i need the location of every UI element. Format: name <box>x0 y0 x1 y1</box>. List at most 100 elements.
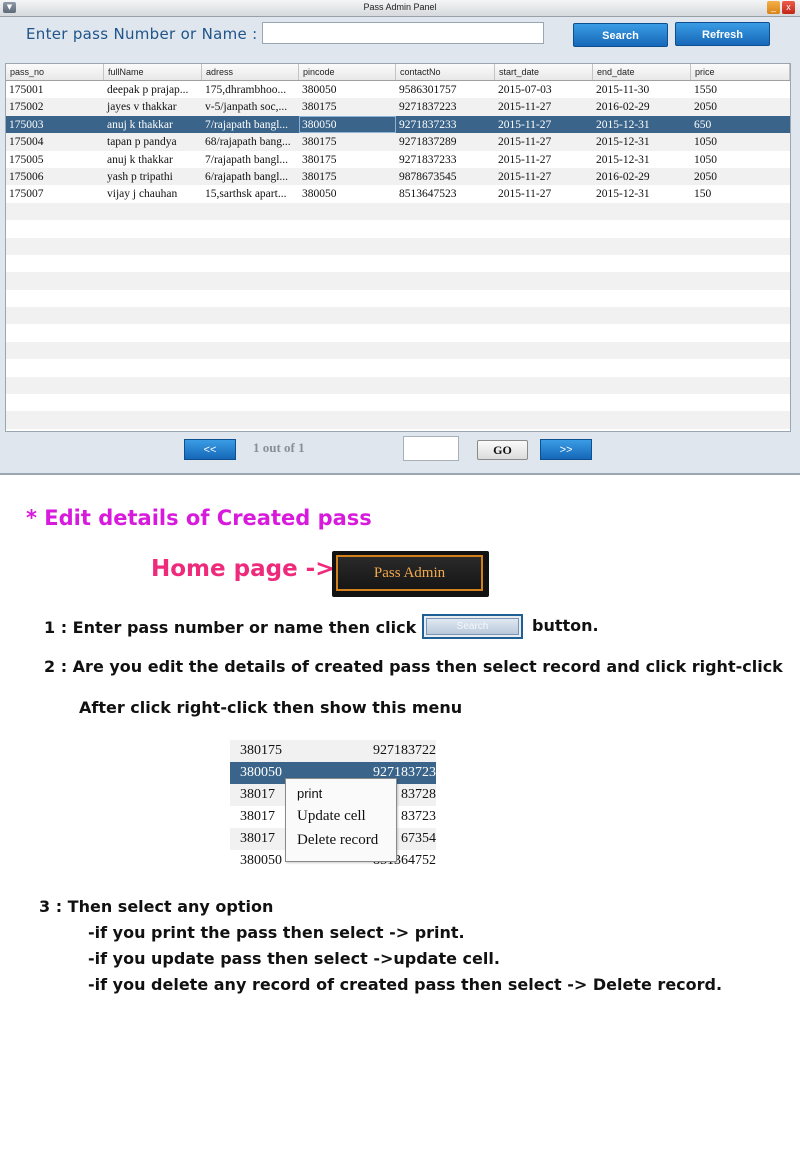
cell-adress[interactable]: 15,sarthsk apart... <box>202 185 299 202</box>
cell-price[interactable]: 650 <box>691 116 790 133</box>
step2-sub: After click right-click then show this m… <box>79 698 463 717</box>
column-header-price[interactable]: price <box>691 64 790 80</box>
column-header-start_date[interactable]: start_date <box>495 64 593 80</box>
cell-fullname[interactable]: anuj k thakkar <box>104 151 202 168</box>
menu-item-update-cell[interactable]: Update cell <box>297 808 366 825</box>
pass-admin-button[interactable]: Pass Admin <box>332 551 489 597</box>
refresh-button[interactable]: Refresh <box>675 22 770 46</box>
table-row-empty[interactable] <box>6 341 790 360</box>
cell-adress[interactable]: v-5/janpath soc,... <box>202 98 299 115</box>
cell-pincode[interactable]: 380050 <box>299 115 396 134</box>
cell-pincode[interactable]: 380175 <box>299 168 396 185</box>
cell-contactno[interactable]: 9271837233 <box>396 116 495 133</box>
cell-price[interactable]: 2050 <box>691 168 790 185</box>
cell-end_date[interactable]: 2015-12-31 <box>593 116 691 133</box>
cell-end_date[interactable]: 2015-11-30 <box>593 81 691 98</box>
column-header-pincode[interactable]: pincode <box>299 64 396 80</box>
cell-pass_no[interactable]: 175005 <box>6 151 104 168</box>
cell-contactno[interactable]: 9271837233 <box>396 151 495 168</box>
prev-page-button[interactable]: << <box>184 439 236 460</box>
cell-end_date[interactable]: 2016-02-29 <box>593 98 691 115</box>
cell-adress[interactable]: 7/rajapath bangl... <box>202 151 299 168</box>
table-row[interactable]: 175005 anuj k thakkar 7/rajapath bangl... 3… <box>6 150 790 168</box>
cell-pincode[interactable]: 380175 <box>299 133 396 150</box>
table-row-empty[interactable] <box>6 307 790 325</box>
table-row-empty[interactable] <box>6 411 790 429</box>
cell-fullname[interactable]: deepak p prajap... <box>104 81 202 98</box>
column-header-fullname[interactable]: fullName <box>104 64 202 80</box>
cell-start_date[interactable]: 2015-11-27 <box>495 168 593 185</box>
cell-start_date[interactable]: 2015-07-03 <box>495 81 593 98</box>
table-row-empty[interactable] <box>6 324 790 342</box>
table-row-empty[interactable] <box>6 202 790 221</box>
minimize-button[interactable]: _ <box>767 1 780 14</box>
column-header-pass_no[interactable]: pass_no <box>6 64 104 80</box>
cell-end_date[interactable]: 2015-12-31 <box>593 133 691 150</box>
search-button[interactable]: Search <box>573 23 668 47</box>
menu-item-print[interactable]: print <box>297 786 322 801</box>
menu-item-delete-record[interactable]: Delete record <box>297 832 378 849</box>
cell-pass_no[interactable]: 175001 <box>6 81 104 98</box>
table-row[interactable]: 175004 tapan p pandya 68/rajapath bang... 3… <box>6 133 790 151</box>
cell-adress[interactable]: 68/rajapath bang... <box>202 133 299 150</box>
table-row[interactable]: 175006 yash p tripathi 6/rajapath bangl...… <box>6 167 790 186</box>
cell-fullname[interactable]: tapan p pandya <box>104 133 202 150</box>
cell-contactno[interactable]: 9586301757 <box>396 81 495 98</box>
table-row[interactable]: 175002 jayes v thakkar v-5/janpath soc,...… <box>6 98 790 116</box>
table-row-empty[interactable] <box>6 359 790 377</box>
table-row-empty[interactable] <box>6 376 790 395</box>
cell-start_date[interactable]: 2015-11-27 <box>495 98 593 115</box>
cell-contactno[interactable]: 8513647523 <box>396 185 495 202</box>
cell-fullname[interactable]: yash p tripathi <box>104 168 202 185</box>
cell-adress[interactable]: 175,dhrambhoo... <box>202 81 299 98</box>
cell-pincode[interactable]: 380050 <box>299 81 396 98</box>
column-header-end_date[interactable]: end_date <box>593 64 691 80</box>
cell-contactno[interactable]: 9878673545 <box>396 168 495 185</box>
cell-pass_no[interactable]: 175007 <box>6 185 104 202</box>
column-header-adress[interactable]: adress <box>202 64 299 80</box>
cell-contactno[interactable]: 9271837223 <box>396 98 495 115</box>
cell-end_date[interactable]: 2016-02-29 <box>593 168 691 185</box>
cell-fullname[interactable]: jayes v thakkar <box>104 98 202 115</box>
table-row-empty[interactable] <box>6 289 790 308</box>
column-header-contactno[interactable]: contactNo <box>396 64 495 80</box>
pass-table[interactable]: pass_no fullName adress pincode contactNo sta… <box>5 63 791 432</box>
table-row-empty[interactable] <box>6 394 790 412</box>
table-row-empty[interactable] <box>6 237 790 255</box>
table-row[interactable]: 175003 anuj k thakkar 7/rajapath bangl... 3… <box>6 115 790 134</box>
cell-fullname[interactable]: vijay j chauhan <box>104 185 202 202</box>
table-row[interactable]: 175001 deepak p prajap... 175,dhrambhoo...… <box>6 81 790 99</box>
cell-price[interactable]: 1550 <box>691 81 790 98</box>
cell-start_date[interactable]: 2015-11-27 <box>495 151 593 168</box>
next-page-button[interactable]: >> <box>540 439 592 460</box>
cell-adress[interactable]: 7/rajapath bangl... <box>202 116 299 133</box>
cell-price[interactable]: 1050 <box>691 133 790 150</box>
cell-start_date[interactable]: 2015-11-27 <box>495 185 593 202</box>
cell-end_date[interactable]: 2015-12-31 <box>593 151 691 168</box>
cell-pincode[interactable]: 380175 <box>299 151 396 168</box>
cell-pincode[interactable]: 380175 <box>299 98 396 115</box>
cell-fullname[interactable]: anuj k thakkar <box>104 116 202 133</box>
cell-start_date[interactable]: 2015-11-27 <box>495 116 593 133</box>
cell-price[interactable]: 150 <box>691 185 790 202</box>
cell-price[interactable]: 2050 <box>691 98 790 115</box>
cell-price[interactable]: 1050 <box>691 151 790 168</box>
table-row-empty[interactable] <box>6 272 790 290</box>
cell-end_date[interactable]: 2015-12-31 <box>593 185 691 202</box>
cell-pass_no[interactable]: 175002 <box>6 98 104 115</box>
cell-pass_no[interactable]: 175003 <box>6 116 104 133</box>
cell-pass_no[interactable]: 175004 <box>6 133 104 150</box>
cell-start_date[interactable]: 2015-11-27 <box>495 133 593 150</box>
table-row-empty[interactable] <box>6 254 790 273</box>
close-button[interactable]: x <box>782 1 795 14</box>
cell-pincode[interactable]: 380050 <box>299 185 396 202</box>
cell-adress[interactable]: 6/rajapath bangl... <box>202 168 299 185</box>
cell-pass_no[interactable]: 175006 <box>6 168 104 185</box>
go-button[interactable]: GO <box>477 440 528 460</box>
page-number-input[interactable] <box>403 436 459 461</box>
cell-contactno[interactable]: 9271837289 <box>396 133 495 150</box>
table-row[interactable]: 175007 vijay j chauhan 15,sarthsk apart...… <box>6 185 790 203</box>
step3-option-print: -if you print the pass then select -> pr… <box>88 923 465 942</box>
search-input[interactable] <box>262 22 544 44</box>
table-row-empty[interactable] <box>6 220 790 238</box>
